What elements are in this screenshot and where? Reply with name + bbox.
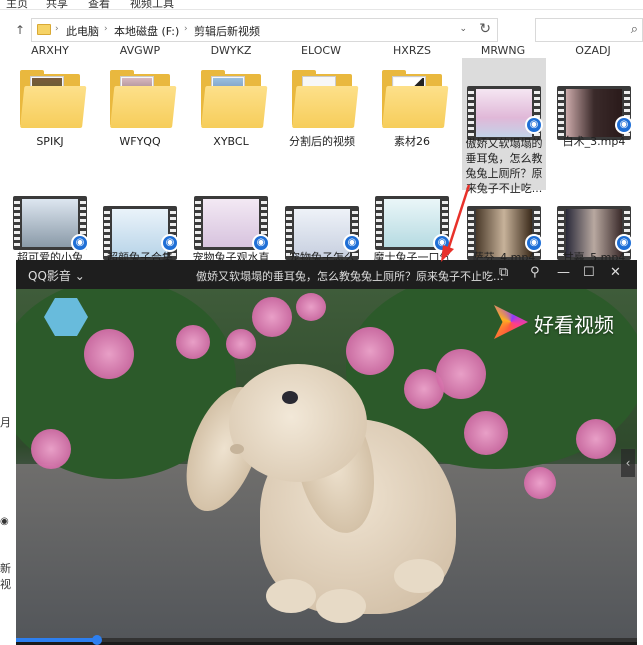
- play-badge-icon: ◉: [525, 116, 543, 134]
- haokan-watermark: 好看视频: [534, 313, 614, 337]
- ribbon-tab-video-tools[interactable]: 视频工具: [130, 0, 174, 9]
- folder-label: 素材26: [394, 135, 430, 148]
- flower: [176, 325, 210, 359]
- close-icon[interactable]: ✕: [610, 265, 621, 280]
- folder-icon: [37, 24, 51, 35]
- folder-icon: [20, 70, 87, 128]
- search-input[interactable]: ⌕: [535, 18, 643, 42]
- file-label[interactable]: MRWNG: [463, 44, 543, 57]
- chevron-right-icon[interactable]: ›: [104, 24, 108, 34]
- left-edge-text: 新视: [0, 562, 11, 591]
- flower: [31, 429, 71, 469]
- bunny-paw: [266, 579, 316, 613]
- breadcrumb-folder[interactable]: 剪辑后新视频: [194, 23, 260, 39]
- progress-fill: [16, 638, 97, 642]
- flower: [464, 411, 508, 455]
- ribbon: 主页 共享 查看 视频工具: [0, 0, 643, 10]
- video-thumbnail: ◉: [375, 196, 451, 252]
- radio-icon[interactable]: ◉: [0, 516, 16, 527]
- video-thumbnail: ◉: [557, 86, 633, 140]
- address-dropdown-icon[interactable]: ⌄: [459, 24, 467, 34]
- address-bar[interactable]: › 此电脑 › 本地磁盘 (F:) › 剪辑后新视频 ⌄ ↻: [31, 18, 498, 42]
- minimize-icon[interactable]: —: [557, 265, 570, 280]
- pin-icon[interactable]: ⚲: [530, 265, 540, 280]
- flower: [436, 349, 486, 399]
- haokan-logo: 好看视频: [494, 303, 634, 343]
- bunny-paw: [316, 589, 366, 623]
- chevron-right-icon[interactable]: ›: [184, 24, 188, 34]
- player-titlebar[interactable]: QQ影音 ⌄ 傲娇又软塌塌的垂耳兔，怎么教兔兔上厕所？原来兔子不止吃... ⧉ …: [16, 260, 637, 289]
- refresh-icon[interactable]: ↻: [479, 21, 491, 37]
- video-thumbnail: ◉: [467, 86, 543, 140]
- flower: [576, 419, 616, 459]
- file-label[interactable]: DWYKZ: [191, 44, 271, 57]
- flower: [346, 327, 394, 375]
- folder-icon: [382, 70, 449, 128]
- progress-bar[interactable]: [16, 635, 637, 645]
- breadcrumb-this-pc[interactable]: 此电脑: [66, 23, 99, 39]
- video-thumbnail: ◉: [194, 196, 270, 252]
- flower: [252, 297, 292, 337]
- left-edge-text: 月: [0, 416, 11, 429]
- player-brand-menu[interactable]: QQ影音 ⌄: [28, 267, 85, 284]
- progress-knob[interactable]: [91, 635, 102, 645]
- folder-icon: [201, 70, 268, 128]
- video-frame[interactable]: 好看视频 ‹: [16, 289, 637, 639]
- screenshot-icon[interactable]: ⧉: [499, 265, 508, 280]
- search-icon: ⌕: [630, 22, 638, 37]
- video-player-window[interactable]: QQ影音 ⌄ 傲娇又软塌塌的垂耳兔，怎么教兔兔上厕所？原来兔子不止吃... ⧉ …: [16, 260, 637, 645]
- ribbon-tab-share[interactable]: 共享: [46, 0, 68, 9]
- address-row: ↑ › 此电脑 › 本地磁盘 (F:) › 剪辑后新视频 ⌄ ↻ ⌕: [0, 14, 643, 44]
- video-file-label: 傲娇又软塌塌的垂耳兔，怎么教兔兔上厕所？原来兔子不止吃...: [465, 137, 543, 195]
- folder-label: 分割后的视频: [289, 135, 355, 148]
- video-file-label: 白术_3.mp4: [562, 135, 626, 148]
- folder-icon: [110, 70, 177, 128]
- folder-label: SPIKJ: [36, 135, 64, 148]
- folder-label: XYBCL: [213, 135, 249, 148]
- flower: [226, 329, 256, 359]
- play-badge-icon: ◉: [615, 116, 633, 134]
- haokan-logo-icon: [494, 305, 528, 339]
- breadcrumb-drive[interactable]: 本地磁盘 (F:): [114, 23, 179, 39]
- file-label[interactable]: ELOCW: [281, 44, 361, 57]
- bunny-nose: [230, 444, 244, 454]
- ribbon-tab-view[interactable]: 查看: [88, 0, 110, 9]
- maximize-icon[interactable]: ☐: [583, 265, 595, 280]
- flower: [84, 329, 134, 379]
- bunny-eye: [282, 391, 298, 404]
- file-label[interactable]: AVGWP: [100, 44, 180, 57]
- flower: [296, 293, 326, 321]
- video-thumbnail: ◉: [13, 196, 89, 252]
- bunny-paw: [394, 559, 444, 593]
- player-video-title: 傲娇又软塌塌的垂耳兔，怎么教兔兔上厕所？原来兔子不止吃...: [196, 270, 504, 283]
- ribbon-tab-home[interactable]: 主页: [6, 0, 28, 9]
- folder-icon: [292, 70, 359, 128]
- folder-label: WFYQQ: [119, 135, 161, 148]
- flower: [524, 467, 556, 499]
- bunny-head: [229, 364, 367, 482]
- side-panel-toggle-icon[interactable]: ‹: [621, 449, 635, 477]
- chevron-right-icon[interactable]: ›: [55, 24, 59, 34]
- file-label[interactable]: ARXHY: [10, 44, 90, 57]
- file-label[interactable]: HXRZS: [372, 44, 452, 57]
- up-arrow-icon[interactable]: ↑: [15, 23, 25, 37]
- file-label[interactable]: OZADJ: [553, 44, 633, 57]
